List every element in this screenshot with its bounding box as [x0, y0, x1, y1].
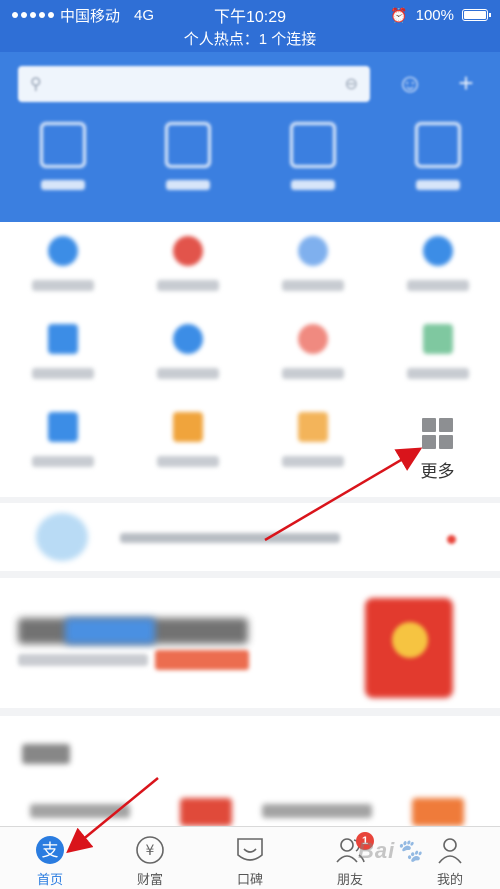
koubei-icon	[235, 835, 265, 865]
notice-icon	[36, 513, 88, 561]
tab-label: 口碑	[236, 872, 263, 887]
hotspot-banner[interactable]: 个人热点：1 个连接	[0, 30, 500, 52]
grid-item[interactable]	[125, 222, 250, 310]
grid-item[interactable]	[0, 310, 125, 398]
grid-item[interactable]	[0, 398, 125, 486]
tab-label: 朋友	[336, 872, 363, 887]
search-bar[interactable]: ⚲ ⊖	[18, 66, 370, 102]
alipay-icon: 支	[35, 835, 65, 865]
tab-mine[interactable]: 我的	[400, 827, 500, 889]
card-item-text	[30, 804, 130, 818]
quick-scan[interactable]	[0, 122, 125, 190]
signal-icon	[12, 12, 54, 18]
grid-item[interactable]	[125, 310, 250, 398]
svg-text:支: 支	[42, 841, 59, 861]
svg-text:¥: ¥	[146, 843, 155, 859]
banner-button[interactable]	[155, 650, 249, 670]
status-time: 下午10:29	[213, 9, 287, 26]
service-grid: 更多	[0, 222, 500, 497]
tab-bar: 支 首页 ¥ 财富 口碑 1 朋友 我的	[0, 826, 500, 889]
tab-wealth[interactable]: ¥ 财富	[100, 827, 200, 889]
tab-koubei[interactable]: 口碑	[200, 827, 300, 889]
scan-icon	[39, 122, 86, 168]
coin-image	[392, 622, 428, 658]
notice-bar[interactable]	[0, 503, 500, 571]
notice-text	[120, 533, 340, 543]
network-type: 4G	[134, 6, 155, 24]
tab-home[interactable]: 支 首页	[0, 827, 100, 889]
feed-card[interactable]	[0, 716, 500, 826]
banner-highlight	[65, 618, 155, 644]
grid-item[interactable]	[250, 310, 375, 398]
grid-icon	[422, 418, 453, 449]
tab-label: 首页	[36, 872, 63, 887]
more-button[interactable]: 更多	[375, 398, 500, 486]
quick-pay[interactable]	[125, 122, 250, 190]
card-title	[22, 744, 70, 764]
mic-icon[interactable]: ⊖	[345, 74, 358, 94]
more-label: 更多	[420, 462, 455, 481]
home-header: ⚲ ⊖ ☺ +	[0, 52, 500, 222]
grid-item[interactable]	[125, 398, 250, 486]
card-item-text	[262, 804, 372, 818]
add-icon[interactable]: +	[450, 68, 482, 100]
carrier-name: 中国移动	[60, 7, 121, 25]
tab-label: 财富	[136, 872, 163, 887]
grid-item[interactable]	[375, 310, 500, 398]
banner-subtitle	[18, 654, 148, 666]
contacts-icon[interactable]: ☺	[394, 68, 426, 100]
collect-icon	[289, 122, 336, 168]
grid-item[interactable]	[250, 398, 375, 486]
card-item-image	[180, 798, 232, 826]
card-item-image	[412, 798, 464, 826]
card-icon	[414, 122, 461, 168]
pay-icon	[164, 122, 211, 168]
status-bar: 中国移动 4G 下午10:29 ⏰ 100%	[0, 0, 500, 30]
promo-banner[interactable]	[0, 578, 500, 708]
person-icon	[435, 835, 465, 865]
battery-icon	[462, 9, 491, 21]
battery-percent: 100%	[415, 6, 454, 24]
quick-card[interactable]	[375, 122, 500, 190]
grid-item[interactable]	[0, 222, 125, 310]
alarm-icon: ⏰	[390, 6, 408, 23]
unread-badge: 1	[356, 832, 374, 850]
grid-item[interactable]	[375, 222, 500, 310]
yen-icon: ¥	[135, 835, 165, 865]
quick-actions	[0, 122, 500, 190]
notice-dot	[447, 535, 456, 544]
search-icon: ⚲	[30, 76, 42, 93]
tab-label: 我的	[436, 872, 463, 887]
quick-collect[interactable]	[250, 122, 375, 190]
grid-item[interactable]	[250, 222, 375, 310]
tab-friends[interactable]: 1 朋友	[300, 827, 400, 889]
